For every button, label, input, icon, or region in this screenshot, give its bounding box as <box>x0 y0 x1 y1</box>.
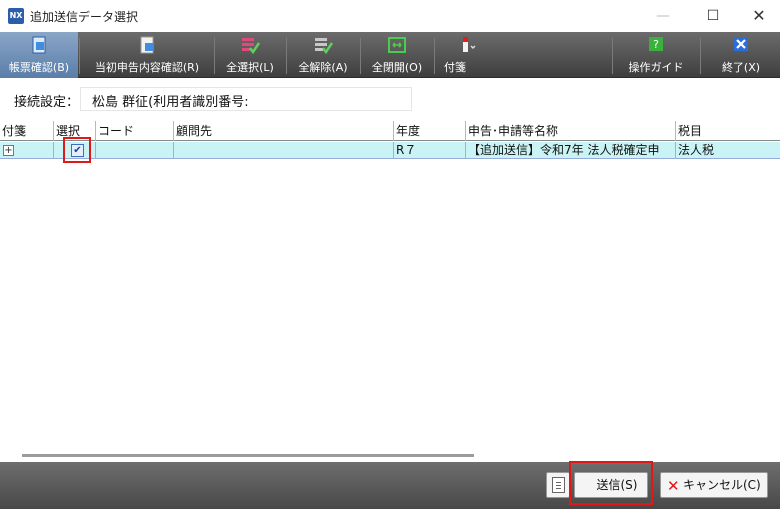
toolbar-divider <box>286 38 287 74</box>
window-title: 追加送信データ選択 <box>30 10 139 24</box>
column-header-code[interactable]: コード <box>96 121 174 141</box>
document-button[interactable] <box>546 472 570 498</box>
horizontal-scrollbar[interactable] <box>22 454 474 457</box>
svg-text:?: ? <box>653 38 659 51</box>
select-all-icon <box>242 38 260 55</box>
send-highlight-box <box>569 461 653 505</box>
original-return-button[interactable]: 当初申告内容確認(R) <box>82 32 212 78</box>
report-check-label: 帳票確認(B) <box>8 61 70 74</box>
document-icon <box>552 477 565 493</box>
help-guide-label: 操作ガイド <box>628 61 684 74</box>
connection-setting-row: 接続設定： 松島 群征(利用者識別番号: <box>0 79 780 119</box>
exit-button[interactable]: 終了(X) <box>702 32 780 78</box>
cell-client <box>174 142 394 159</box>
expand-toggle[interactable]: + <box>3 145 14 156</box>
cancel-x-icon: ✕ <box>667 477 680 495</box>
maximize-button[interactable]: ☐ <box>690 0 736 32</box>
cell-sticky: + <box>0 142 54 159</box>
connection-value: 松島 群征(利用者識別番号: <box>92 95 249 110</box>
sticky-note-label: 付箋 <box>444 61 466 74</box>
connection-label: 接続設定： <box>14 95 80 110</box>
column-header-tax-item[interactable]: 税目 <box>676 121 780 141</box>
cancel-button[interactable]: ✕ キャンセル(C) <box>660 472 768 498</box>
expand-collapse-icon <box>388 37 406 53</box>
cell-tax-item: 法人税 <box>678 143 715 157</box>
expand-collapse-button[interactable]: 全閉開(O) <box>362 32 432 78</box>
app-icon: NX <box>8 8 24 24</box>
toolbar-divider <box>79 38 80 74</box>
column-header-year[interactable]: 年度 <box>394 121 466 141</box>
toolbar-divider <box>700 38 701 74</box>
toolbar-divider <box>360 38 361 74</box>
report-check-icon <box>32 36 46 54</box>
toolbar-divider <box>214 38 215 74</box>
cancel-label: キャンセル(C) <box>683 478 761 492</box>
column-header-client[interactable]: 顧問先 <box>174 121 394 141</box>
help-guide-button[interactable]: ? 操作ガイド <box>614 32 698 78</box>
table-row[interactable]: + ✔ R７ 【追加送信】令和7年 法人税確定申 法人税 <box>0 142 780 159</box>
exit-label: 終了(X) <box>721 61 761 74</box>
deselect-all-button[interactable]: 全解除(A) <box>288 32 358 78</box>
exit-icon <box>734 37 748 51</box>
sticky-note-button[interactable]: 付箋 <box>436 32 498 78</box>
original-return-label: 当初申告内容確認(R) <box>94 61 200 74</box>
sticky-note-icon <box>463 37 476 52</box>
minimize-button[interactable]: — <box>640 0 686 32</box>
data-grid: 付箋 選択 コード 顧問先 年度 申告･申請等名称 税目 + ✔ R７ 【追加送… <box>0 121 780 451</box>
close-window-button[interactable]: ✕ <box>736 0 780 32</box>
toolbar-divider <box>612 38 613 74</box>
cell-code <box>96 142 174 159</box>
toolbar-divider <box>434 38 435 74</box>
original-return-icon <box>140 36 154 54</box>
deselect-all-icon <box>315 38 333 55</box>
help-guide-icon: ? <box>649 37 663 51</box>
title-bar: NX 追加送信データ選択 — ☐ ✕ <box>0 0 780 32</box>
grid-header: 付箋 選択 コード 顧問先 年度 申告･申請等名称 税目 <box>0 121 780 141</box>
toolbar: 帳票確認(B) 当初申告内容確認(R) 全選択(L) 全解除(A) 全閉開(O)… <box>0 32 780 78</box>
column-header-sticky[interactable]: 付箋 <box>0 121 54 141</box>
checkbox-highlight-box <box>63 137 91 163</box>
select-all-button[interactable]: 全選択(L) <box>216 32 284 78</box>
report-check-button[interactable]: 帳票確認(B) <box>0 32 78 78</box>
select-all-label: 全選択(L) <box>226 61 274 74</box>
cell-year: R７ <box>394 142 466 159</box>
column-header-filing-name[interactable]: 申告･申請等名称 <box>466 121 676 141</box>
expand-collapse-label: 全閉開(O) <box>371 61 423 74</box>
deselect-all-label: 全解除(A) <box>298 61 348 74</box>
cell-filing-name: 【追加送信】令和7年 法人税確定申 <box>466 142 676 159</box>
